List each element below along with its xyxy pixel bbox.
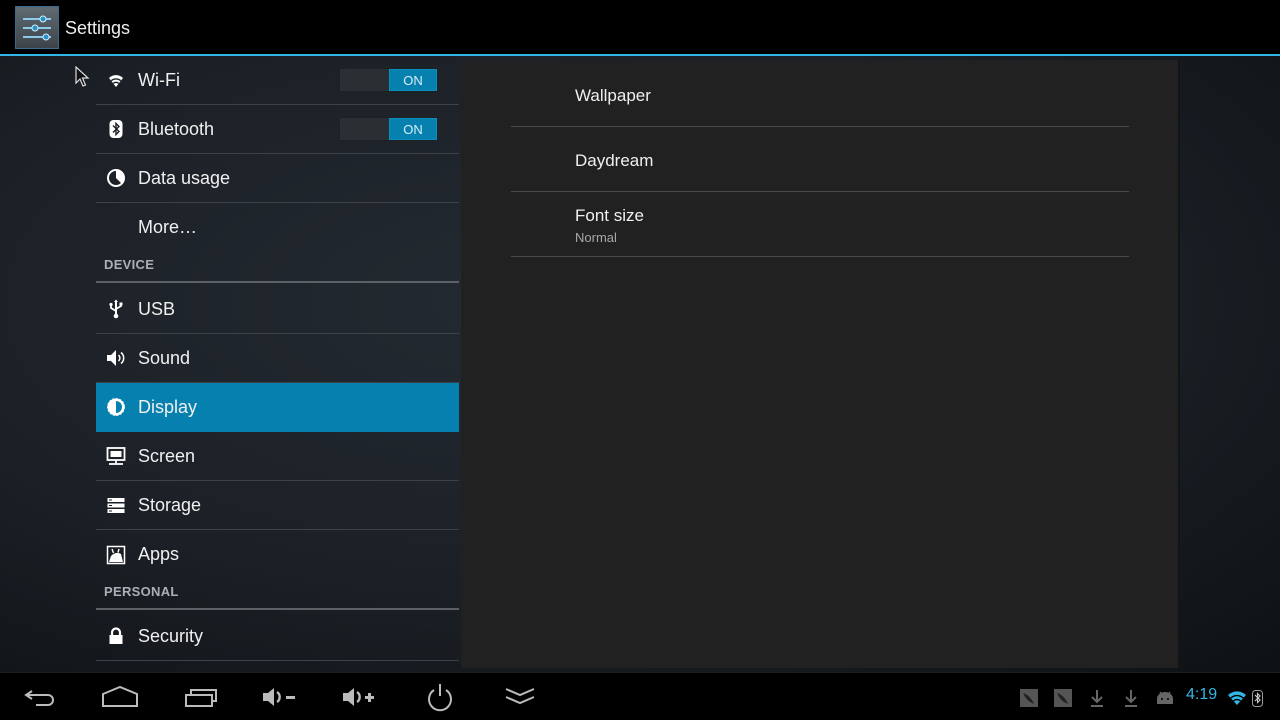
storage-icon xyxy=(106,495,126,515)
wifi-toggle[interactable]: ON xyxy=(339,68,438,92)
header-item-storage[interactable]: Storage xyxy=(96,481,459,530)
pref-daydream[interactable]: Daydream xyxy=(511,127,1129,192)
status-clock: 4:19 xyxy=(1186,686,1218,703)
screenshot-notification-icon[interactable] xyxy=(1020,687,1038,709)
data-usage-icon xyxy=(106,168,126,188)
action-bar: Settings xyxy=(0,0,1280,54)
header-item-apps[interactable]: Apps xyxy=(96,530,459,579)
display-brightness-icon xyxy=(106,397,126,417)
category-label: PERSONAL xyxy=(104,584,179,599)
back-arrow-icon xyxy=(24,690,54,706)
header-item-label: Display xyxy=(138,396,198,417)
header-item-label: Storage xyxy=(138,494,202,515)
recent-apps-icon xyxy=(185,689,217,707)
recent-apps-button[interactable] xyxy=(176,679,226,715)
screenshot-notification-icon[interactable] xyxy=(1054,687,1072,709)
wifi-icon xyxy=(106,70,126,90)
header-item-screen[interactable]: Screen xyxy=(96,432,459,481)
header-item-security[interactable]: Security xyxy=(96,612,459,661)
android-debug-icon[interactable] xyxy=(1155,687,1175,709)
bluetooth-toggle-state: ON xyxy=(389,118,437,140)
volume-up-button[interactable] xyxy=(336,679,386,715)
usb-icon xyxy=(106,299,126,319)
sound-icon xyxy=(106,348,126,368)
chevron-double-down-icon xyxy=(505,688,535,705)
header-item-label: Bluetooth xyxy=(138,118,215,139)
system-navigation-bar xyxy=(0,672,1280,720)
header-item-bluetooth[interactable]: Bluetooth ON xyxy=(96,105,459,154)
back-button[interactable] xyxy=(15,679,65,715)
header-item-wifi[interactable]: Wi-Fi ON xyxy=(96,56,459,105)
home-button[interactable] xyxy=(95,679,145,715)
header-item-data-usage[interactable]: Data usage xyxy=(96,154,459,203)
app-title: Settings xyxy=(65,18,131,38)
header-item-label: Wi-Fi xyxy=(138,69,180,90)
pref-wallpaper[interactable]: Wallpaper xyxy=(511,60,1129,127)
mouse-pointer-icon xyxy=(75,66,90,87)
pref-title: Font size xyxy=(575,206,644,225)
header-item-usb[interactable]: USB xyxy=(96,285,459,334)
header-item-more[interactable]: More… xyxy=(96,203,459,252)
pref-title: Wallpaper xyxy=(575,86,651,105)
bluetooth-icon xyxy=(106,119,126,139)
power-button[interactable] xyxy=(415,679,465,715)
header-item-display[interactable]: Display xyxy=(96,383,459,432)
header-item-label: Security xyxy=(138,625,204,646)
home-icon xyxy=(102,685,138,707)
apps-icon xyxy=(106,545,126,565)
header-item-label: Data usage xyxy=(138,167,231,188)
bluetooth-status-icon xyxy=(1252,687,1263,709)
power-icon xyxy=(428,684,452,712)
wifi-toggle-state: ON xyxy=(389,69,437,91)
header-item-label: USB xyxy=(138,298,176,319)
header-item-sound[interactable]: Sound xyxy=(96,334,459,383)
screen-monitor-icon xyxy=(106,446,126,466)
download-icon[interactable] xyxy=(1089,687,1105,709)
download-icon[interactable] xyxy=(1123,687,1139,709)
hide-bar-button[interactable] xyxy=(495,679,545,715)
bluetooth-toggle[interactable]: ON xyxy=(339,117,438,141)
category-label: DEVICE xyxy=(104,257,155,272)
display-settings-pane: Wallpaper Daydream Font size Normal xyxy=(461,60,1180,668)
header-item-label: More… xyxy=(138,217,198,237)
category-personal: PERSONAL xyxy=(96,579,459,610)
wifi-signal-icon xyxy=(1227,687,1247,709)
header-item-label: Sound xyxy=(138,347,191,368)
header-item-label: Apps xyxy=(138,544,180,564)
volume-up-icon xyxy=(343,688,374,706)
settings-sliders-icon[interactable] xyxy=(15,6,59,49)
volume-down-button[interactable] xyxy=(256,679,306,715)
settings-headers-list[interactable]: Wi-Fi ON Bluetooth ON Data usage More… D… xyxy=(96,56,459,672)
header-item-label: Screen xyxy=(138,445,196,466)
lock-icon xyxy=(106,626,126,646)
pref-title: Daydream xyxy=(575,151,654,170)
pref-font-size[interactable]: Font size Normal xyxy=(511,192,1129,257)
pref-summary: Normal xyxy=(575,230,617,245)
category-device: DEVICE xyxy=(96,252,459,283)
volume-down-icon xyxy=(263,688,295,706)
